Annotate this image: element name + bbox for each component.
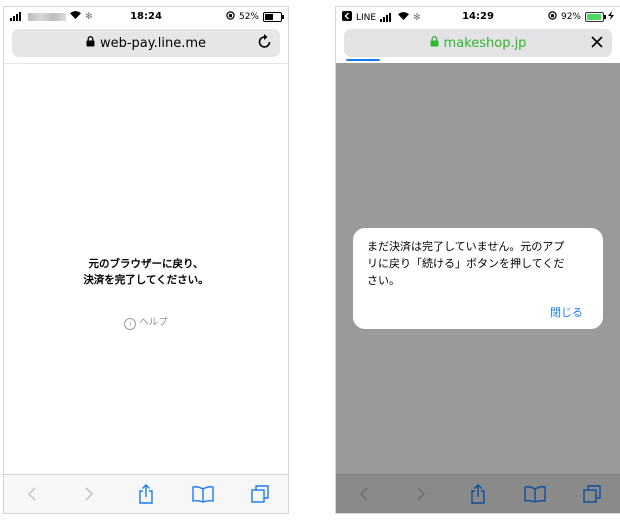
alert-dialog: まだ決済は完了していません。元のアプ リに戻り「続ける」ボタンを押してくだ さい… [353,228,603,329]
address-bar[interactable]: web-pay.line.me [12,29,280,57]
alert-message-line3: さい。 [367,274,400,287]
tabs-icon[interactable] [574,479,610,509]
safari-toolbar [336,474,620,513]
battery-icon [585,12,606,22]
return-message-line1: 元のブラウザーに戻り、 [88,258,204,270]
page-content: 元のブラウザーに戻り、 決済を完了してください。 i ヘルプ [4,63,288,475]
share-icon[interactable] [460,479,496,509]
alert-close-button[interactable]: 閉じる [550,304,583,320]
share-icon[interactable] [128,479,164,509]
tabs-icon[interactable] [242,479,278,509]
status-bar: LINE ✻ 14:29 92% [336,7,620,27]
info-icon: i [124,318,137,330]
alert-message-line2: リに戻り「続ける」ボタンを押してくだ [367,257,565,270]
close-icon[interactable] [590,33,604,53]
orientation-lock-icon [548,11,557,23]
back-icon[interactable] [346,479,382,509]
return-message: 元のブラウザーに戻り、 決済を完了してください。 [4,256,288,288]
address-bar[interactable]: makeshop.jp [344,29,612,57]
battery-icon [263,12,284,22]
status-bar: ✻ 18:24 52% [4,7,288,27]
url-text: makeshop.jp [443,35,527,51]
help-link[interactable]: i ヘルプ [4,314,288,330]
url-text: web-pay.line.me [99,35,207,51]
phone-screen-left: ✻ 18:24 52% web-pay.line.me 元のブラウザーに戻り、 … [3,6,289,514]
bookmarks-icon[interactable] [185,479,221,509]
back-icon[interactable] [14,479,50,509]
lock-icon [430,36,439,50]
alert-message: まだ決済は完了していません。元のアプ リに戻り「続ける」ボタンを押してくだ さい… [367,238,589,289]
reload-icon[interactable] [258,33,272,53]
orientation-lock-icon [226,11,235,23]
alert-message-line1: まだ決済は完了していません。元のアプ [367,240,565,253]
forward-icon[interactable] [71,479,107,509]
safari-toolbar [4,474,288,513]
return-message-line2: 決済を完了してください。 [83,274,209,286]
forward-icon[interactable] [403,479,439,509]
bookmarks-icon[interactable] [517,479,553,509]
help-label: ヘルプ [139,317,168,328]
battery-percent: 52% [238,12,259,22]
page-load-progress [346,59,380,61]
lock-icon [86,36,95,50]
battery-percent: 92% [560,12,581,22]
charging-icon [608,11,614,23]
